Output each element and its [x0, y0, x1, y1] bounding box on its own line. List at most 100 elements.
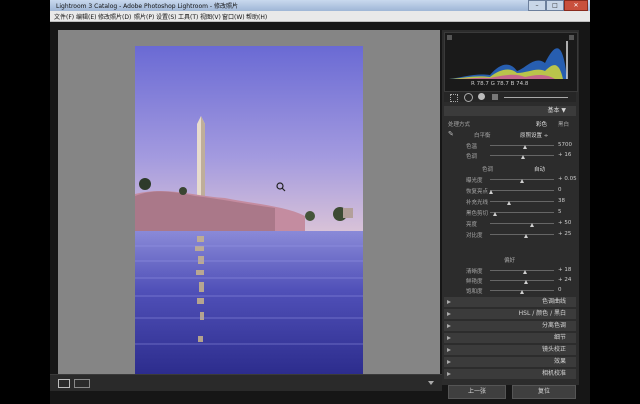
slider-knob[interactable] [524, 234, 529, 238]
slider-knob[interactable] [524, 280, 529, 284]
panel-header[interactable]: 效果 [444, 357, 576, 367]
slider-knob[interactable] [520, 290, 524, 294]
image-viewer[interactable] [58, 30, 440, 380]
menu-view[interactable]: 视图(V) [200, 12, 221, 21]
slider-track[interactable] [490, 201, 554, 202]
spot-removal-icon[interactable] [464, 93, 473, 102]
menu-settings[interactable]: 设置(S) [156, 12, 177, 21]
slider-value[interactable]: 38 [558, 198, 565, 204]
wb-label: 白平衡 [474, 133, 491, 139]
tool-strip [444, 92, 576, 102]
slider-knob[interactable] [523, 145, 528, 149]
menu-tools[interactable]: 工具(T) [178, 12, 198, 21]
menu-help[interactable]: 帮助(H) [246, 12, 267, 21]
slider-value[interactable]: 0 [558, 187, 562, 193]
slider-value[interactable]: + 25 [558, 231, 571, 237]
slider-row: 恢复亮点 0 [444, 185, 576, 195]
menu-edit[interactable]: 编辑(E) [76, 12, 96, 21]
minimize-button[interactable]: – [528, 0, 546, 11]
slider-track[interactable] [490, 212, 554, 213]
slider-value[interactable]: 0 [558, 287, 562, 293]
slider-knob[interactable] [523, 270, 528, 274]
toolbar-menu-chevron-icon[interactable] [428, 381, 434, 385]
slider-label: 曝光度 [466, 178, 483, 184]
eyedropper-icon[interactable]: ✎ [448, 130, 454, 138]
panel-header[interactable]: 分离色调 [444, 321, 576, 331]
slider-knob[interactable] [489, 190, 494, 194]
histogram: R 78.7 G 78.7 B 74.8 [444, 32, 578, 92]
slider-track[interactable] [490, 190, 554, 191]
basic-panel-header[interactable]: 基本 ▼ [444, 106, 576, 116]
slider-knob[interactable] [521, 155, 526, 159]
slider-label: 黑色剪切 [466, 211, 489, 217]
panel-header-label: 镜头校正 [541, 346, 566, 353]
treatment-label: 处理方式 [448, 122, 471, 128]
slider-knob[interactable] [530, 223, 535, 227]
panel-header[interactable]: 细节 [444, 333, 576, 343]
treatment-bw-button[interactable]: 黑白 [558, 120, 569, 128]
reset-button[interactable]: 复位 [512, 385, 576, 399]
panel-header-label: 细节 [553, 334, 566, 341]
slider-row: 补充光线 38 [444, 196, 576, 206]
menu-bar: 文件(F) 编辑(E) 修改照片(D) 照片(P) 设置(S) 工具(T) 视图… [50, 11, 590, 22]
tone-auto-button[interactable]: 自动 [534, 165, 545, 173]
maximize-button[interactable]: □ [546, 0, 564, 11]
close-button[interactable]: ✕ [564, 0, 588, 11]
brush-slider[interactable] [504, 97, 568, 98]
slider-value[interactable]: + 0.05 [558, 176, 577, 182]
tone-label: 色调 [482, 167, 494, 173]
slider-row: 黑色剪切 5 [444, 207, 576, 217]
photo-washington-monument[interactable] [135, 46, 363, 380]
previous-button[interactable]: 上一张 [448, 385, 506, 399]
panel-switch-icon[interactable] [447, 312, 451, 316]
slider-label: 鲜艳度 [466, 279, 483, 285]
slider-track[interactable] [490, 145, 554, 146]
slider-value[interactable]: + 50 [558, 220, 571, 226]
panel-switch-icon[interactable] [447, 336, 451, 340]
graduated-filter-icon[interactable] [492, 94, 498, 100]
slider-track[interactable] [490, 234, 554, 235]
panel-switch-icon[interactable] [447, 372, 451, 376]
toolbar [50, 374, 442, 391]
before-after-icon[interactable] [74, 379, 90, 388]
slider-knob[interactable] [493, 212, 498, 216]
slider-knob[interactable] [520, 179, 524, 183]
slider-value[interactable]: 5 [558, 209, 562, 215]
treatment-color-button[interactable]: 彩色 [536, 120, 547, 128]
wb-select[interactable]: 原照设置 ÷ [520, 131, 548, 139]
slider-track[interactable] [490, 223, 554, 224]
panel-switch-icon[interactable] [447, 360, 451, 364]
slider-row: 色调 + 16 [444, 150, 576, 160]
panel-switch-icon[interactable] [447, 324, 451, 328]
crop-tool-icon[interactable] [450, 94, 458, 102]
slider-value[interactable]: 5700 [558, 142, 572, 148]
red-eye-icon[interactable] [478, 93, 485, 100]
histogram-readout: R 78.7 G 78.7 B 74.8 [471, 81, 529, 87]
slider-value[interactable]: + 18 [558, 267, 571, 273]
slider-label: 亮度 [466, 222, 478, 228]
slider-knob[interactable] [507, 201, 512, 205]
panel-switch-icon[interactable] [447, 348, 451, 352]
slider-track[interactable] [490, 270, 554, 271]
develop-module: R 78.7 G 78.7 B 74.8 基本 ▼ 处理方式 彩色 黑白 ✎ 白… [50, 22, 590, 404]
loupe-view-icon[interactable] [58, 379, 70, 388]
panel-header[interactable]: 相机校准 [444, 369, 576, 379]
menu-develop[interactable]: 修改照片(D) [98, 12, 131, 21]
menu-photo[interactable]: 照片(P) [134, 12, 154, 21]
panel-header[interactable]: 镜头校正 [444, 345, 576, 355]
menu-file[interactable]: 文件(F) [54, 12, 74, 21]
treatment-row: 处理方式 彩色 黑白 [444, 118, 576, 128]
slider-track[interactable] [490, 280, 554, 281]
panel-switch-icon[interactable] [447, 300, 451, 304]
slider-value[interactable]: + 24 [558, 277, 571, 283]
tone-header-row: 色调 自动 [444, 163, 576, 173]
menu-window[interactable]: 窗口(W) [222, 12, 245, 21]
white-balance-row: ✎ 白平衡 原照设置 ÷ [444, 129, 576, 139]
panel-header[interactable]: HSL / 颜色 / 黑白 [444, 309, 576, 319]
slider-row: 曝光度 + 0.05 [444, 174, 577, 184]
slider-value[interactable]: + 16 [558, 152, 571, 158]
presence-header-row: 偏好 [444, 254, 576, 264]
slider-row: 鲜艳度 + 24 [444, 275, 576, 285]
panel-header-label: HSL / 颜色 / 黑白 [518, 310, 566, 317]
panel-header[interactable]: 色调曲线 [444, 297, 576, 307]
